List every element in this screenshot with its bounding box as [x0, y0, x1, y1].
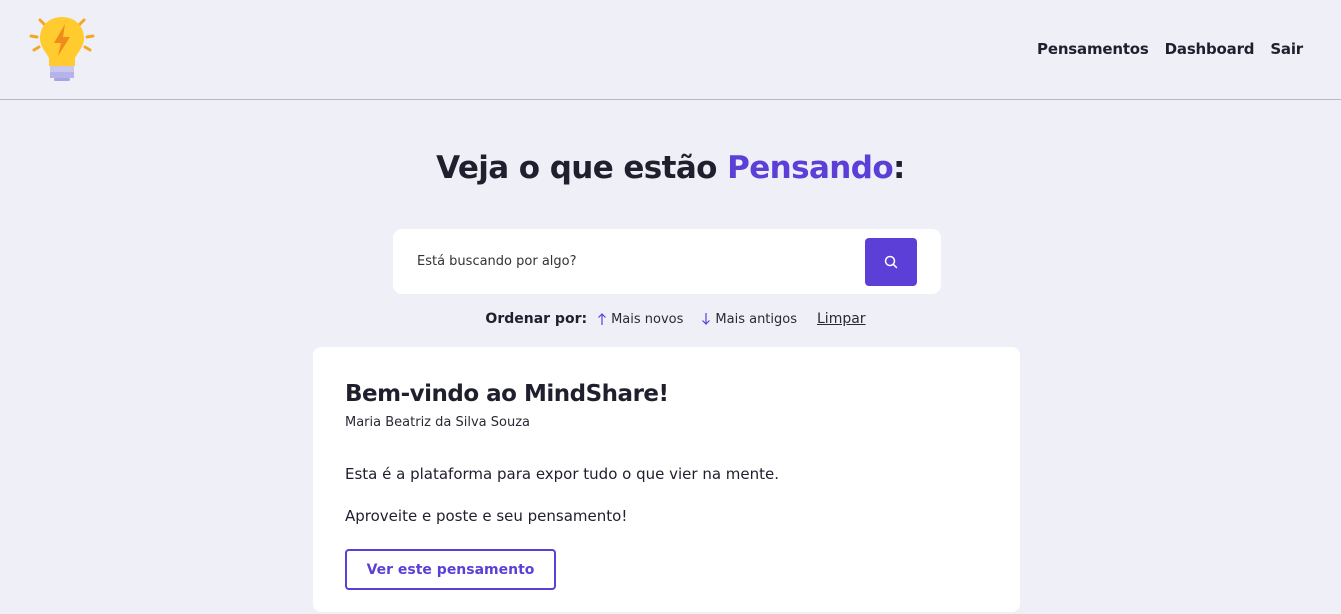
search-box: [393, 229, 941, 294]
thought-title: Bem-vindo ao MindShare!: [345, 381, 669, 407]
thought-body-line-1: Esta é a plataforma para expor tudo o qu…: [345, 465, 780, 483]
nav-item-pensamentos[interactable]: Pensamentos: [1037, 40, 1149, 58]
order-newest-label: Mais novos: [611, 311, 684, 327]
arrow-up-icon: [598, 313, 607, 325]
nav-links: Pensamentos Dashboard Sair: [1037, 40, 1303, 58]
search-icon: [884, 255, 898, 269]
order-clear-link[interactable]: Limpar: [817, 311, 866, 327]
arrow-down-icon: [702, 313, 711, 325]
page-title-suffix: :: [893, 150, 905, 186]
order-label: Ordenar por:: [485, 311, 588, 327]
order-bar: Ordenar por: Mais novos Mais antigos Lim…: [0, 311, 1341, 327]
page-title-accent: Pensando: [727, 150, 894, 186]
search-input[interactable]: [407, 245, 867, 277]
order-oldest-label: Mais antigos: [715, 311, 797, 327]
search-button[interactable]: [865, 238, 917, 286]
page-title: Veja o que estão Pensando:: [0, 150, 1341, 186]
nav-item-sair[interactable]: Sair: [1270, 40, 1303, 58]
navbar: Pensamentos Dashboard Sair: [0, 0, 1341, 100]
nav-item-dashboard[interactable]: Dashboard: [1165, 40, 1255, 58]
lightbulb-lightning-icon[interactable]: [28, 14, 96, 84]
order-newest-button[interactable]: Mais novos: [597, 312, 683, 327]
page-title-prefix: Veja o que estão: [436, 150, 728, 186]
thought-body-line-2: Aproveite e poste e seu pensamento!: [345, 507, 628, 525]
thought-author: Maria Beatriz da Silva Souza: [345, 415, 530, 430]
view-thought-button[interactable]: Ver este pensamento: [345, 549, 556, 590]
thought-card: Bem-vindo ao MindShare! Maria Beatriz da…: [313, 347, 1020, 612]
order-oldest-button[interactable]: Mais antigos: [701, 312, 797, 327]
